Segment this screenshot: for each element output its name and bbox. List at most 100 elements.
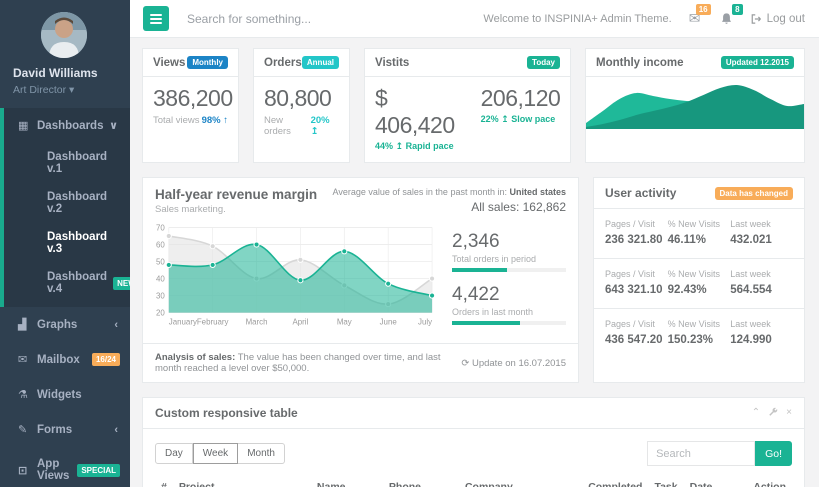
- close-panel-icon[interactable]: ×: [786, 407, 792, 420]
- collapse-panel-icon[interactable]: ⌃: [752, 407, 760, 420]
- activity-label: % New Visits: [668, 219, 731, 229]
- orders-month-label: Orders in last month: [452, 307, 566, 317]
- messages-button[interactable]: ✉ 16: [686, 10, 704, 28]
- view-tab-day[interactable]: Day: [155, 443, 193, 464]
- activity-label: % New Visits: [668, 319, 731, 329]
- level-up-icon: ↥: [501, 114, 509, 124]
- sidebar-link-app-views[interactable]: ⊡App ViewsSPECIAL: [4, 447, 130, 487]
- orders-percent: 20% ↥: [311, 115, 339, 137]
- sidebar-subitem-dashboard-v-1[interactable]: Dashboard v.1: [4, 143, 130, 183]
- wrench-icon[interactable]: [768, 407, 778, 420]
- svg-text:May: May: [337, 317, 352, 326]
- sidebar-link-dashboards[interactable]: ▦Dashboards∨: [4, 108, 130, 143]
- revenue-area-chart: 203040506070JanuaryFebruaryMarchAprilMay…: [149, 221, 438, 329]
- avatar[interactable]: [41, 12, 87, 58]
- table-row-wrap: Custom responsive table ⌃ × DayWeekMonth: [142, 397, 805, 487]
- monthly-income-widget: Monthly income Updated 12.2015: [585, 48, 805, 163]
- user-activity-cell: % New Visits92.43%: [668, 269, 731, 296]
- activity-label: Pages / Visit: [605, 319, 668, 329]
- user-activity-row: Pages / Visit236 321.80% New Visits46.11…: [594, 209, 804, 259]
- sidebar-subitem-dashboard-v-4[interactable]: Dashboard v.4NEW: [4, 263, 130, 303]
- svg-text:70: 70: [156, 223, 165, 232]
- column-header-name: Name: [311, 476, 383, 487]
- bell-icon: [720, 12, 733, 26]
- activity-value: 436 547.20: [605, 334, 668, 346]
- notifications-button[interactable]: 8: [718, 10, 736, 28]
- table-search-go-button[interactable]: Go!: [755, 441, 792, 466]
- activity-value: 564.554: [730, 284, 793, 296]
- visits-right-note: 22% ↥ Slow pace: [481, 114, 561, 125]
- search-input[interactable]: [187, 12, 483, 26]
- sidebar-item-dashboards: ▦Dashboards∨Dashboard v.1Dashboard v.2Da…: [0, 108, 130, 307]
- sidebar-link-mailbox[interactable]: ✉Mailbox16/24: [4, 342, 130, 377]
- svg-text:January: January: [169, 317, 197, 326]
- sidebar-item-label: Forms: [37, 424, 114, 436]
- logout-button[interactable]: Log out: [750, 13, 805, 25]
- dashboards-submenu: Dashboard v.1Dashboard v.2Dashboard v.3D…: [4, 143, 130, 307]
- orders-month-value: 4,422: [452, 284, 566, 306]
- notifications-count-badge: 8: [732, 4, 742, 15]
- profile-name: David Williams: [0, 66, 130, 80]
- sidebar-link-graphs[interactable]: ▟Graphs‹: [4, 307, 130, 342]
- views-badge: Monthly: [187, 56, 228, 69]
- user-activity-badge: Data has changed: [715, 187, 793, 200]
- analysis-text: Analysis of sales: The value has been ch…: [155, 352, 461, 374]
- column-header-project: Project: [173, 476, 311, 487]
- column-header-phone: Phone: [383, 476, 459, 487]
- edit-icon: ✎: [18, 423, 37, 436]
- caret-down-icon: ▾: [69, 84, 74, 96]
- sidebar-subitem-dashboard-v-3[interactable]: Dashboard v.3: [4, 223, 130, 263]
- logout-label: Log out: [767, 13, 805, 25]
- level-up-icon: ↥: [396, 141, 404, 151]
- bar-chart-icon: ▟: [18, 318, 37, 331]
- activity-label: Last week: [730, 269, 793, 279]
- sidebar-subitem-dashboard-v-2[interactable]: Dashboard v.2: [4, 183, 130, 223]
- topbar-right: Welcome to INSPINIA+ Admin Theme. ✉ 16 8…: [483, 10, 805, 28]
- sidebar: David Williams Art Director ▾ ▦Dashboard…: [0, 0, 130, 487]
- visits-widget: Vistits Today $ 406,420 44% ↥ Rapid pace…: [364, 48, 571, 163]
- welcome-text: Welcome to INSPINIA+ Admin Theme.: [483, 13, 671, 25]
- orders-period-label: Total orders in period: [452, 254, 566, 264]
- activity-label: Last week: [730, 319, 793, 329]
- orders-period-progressbar: [452, 268, 566, 272]
- sidebar-link-forms[interactable]: ✎Forms‹: [4, 412, 130, 447]
- column-header-task: Task: [648, 476, 683, 487]
- sign-out-icon: [750, 13, 762, 25]
- user-activity-cell: Pages / Visit 236 321.80: [605, 219, 668, 246]
- sidebar-badge: NEW: [113, 277, 130, 290]
- responsive-table-panel: Custom responsive table ⌃ × DayWeekMonth: [142, 397, 805, 487]
- activity-label: Pages / Visit: [605, 219, 668, 229]
- activity-label: % New Visits: [668, 269, 731, 279]
- visits-badge: Today: [527, 56, 560, 69]
- svg-text:60: 60: [156, 240, 165, 249]
- column-header-date: Date: [684, 476, 748, 487]
- svg-text:April: April: [293, 317, 309, 326]
- messages-count-badge: 16: [696, 4, 711, 15]
- views-widget: Views Monthly 386,200 Total views 98% ↑: [142, 48, 239, 163]
- profile-role-dropdown[interactable]: Art Director ▾: [0, 84, 130, 96]
- side-menu: ▦Dashboards∨Dashboard v.1Dashboard v.2Da…: [0, 108, 130, 487]
- avatar-image: [41, 12, 87, 58]
- bolt-up-icon: ↑: [223, 115, 228, 126]
- view-tab-week[interactable]: Week: [193, 443, 238, 464]
- visits-left: $ 406,420 44% ↥ Rapid pace: [375, 85, 455, 152]
- view-tab-month[interactable]: Month: [238, 443, 285, 464]
- minimize-sidebar-button[interactable]: [143, 6, 169, 31]
- activity-value: 236 321.80: [605, 234, 668, 246]
- column-header-company: Company: [459, 476, 582, 487]
- svg-text:50: 50: [156, 258, 165, 267]
- sidebar-link-widgets[interactable]: ⚗Widgets: [4, 377, 130, 412]
- sidebar-item-label: App Views: [37, 458, 77, 482]
- sidebar-item-forms: ✎Forms‹: [0, 412, 130, 447]
- views-label: Total views: [153, 115, 199, 126]
- revenue-title: Half-year revenue margin: [155, 187, 317, 202]
- column-header-completed: Completed: [582, 476, 648, 487]
- activity-label: Pages / Visit: [605, 269, 668, 279]
- level-up-icon: ↥: [311, 126, 319, 137]
- table-search-input[interactable]: [647, 441, 755, 466]
- stats-row: Views Monthly 386,200 Total views 98% ↑ …: [142, 48, 805, 163]
- visits-right: 206,120 22% ↥ Slow pace: [481, 85, 561, 152]
- sidebar-item-graphs: ▟Graphs‹: [0, 307, 130, 342]
- svg-text:July: July: [418, 317, 432, 326]
- sidebar-badge: SPECIAL: [77, 464, 120, 477]
